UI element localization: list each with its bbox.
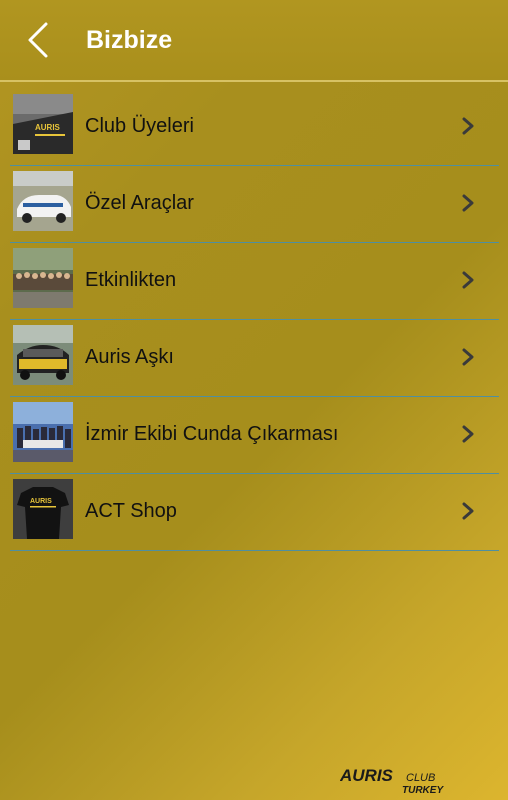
list-item-izmir-ekibi[interactable]: İzmir Ekibi Cunda Çıkarması: [10, 398, 499, 474]
list-item-label: Club Üyeleri: [85, 115, 194, 137]
tshirt-photo: AURIS: [13, 479, 73, 539]
list-item-ozel-araclar[interactable]: Özel Araçlar: [10, 167, 499, 243]
group-event-photo: [13, 248, 73, 308]
chevron-right-icon: [461, 424, 475, 444]
list-item-act-shop[interactable]: AURIS ACT Shop: [10, 475, 499, 551]
yellow-car-photo: [13, 325, 73, 385]
svg-text:CLUB: CLUB: [406, 772, 435, 784]
auris-club-logo: AURIS CLUB TURKEY: [339, 764, 490, 796]
svg-text:AURIS: AURIS: [35, 123, 61, 132]
list-item-etkinlikten[interactable]: Etkinlikten: [10, 244, 499, 320]
svg-text:TURKEY: TURKEY: [402, 785, 444, 794]
list-item-label: İzmir Ekibi Cunda Çıkarması: [85, 423, 339, 445]
menu-list: AURIS Club Üyeleri Özel Araçlar Etkinlik…: [10, 90, 499, 552]
chevron-right-icon: [461, 501, 475, 521]
chevron-left-icon: [28, 22, 48, 58]
list-item-label: Auris Aşkı: [85, 346, 174, 368]
list-item-club-uyeleri[interactable]: AURIS Club Üyeleri: [10, 90, 499, 166]
list-item-label: Özel Araçlar: [85, 192, 194, 214]
white-car-photo: [13, 171, 73, 231]
svg-text:AURIS: AURIS: [30, 498, 52, 505]
page-title: Bizbize: [86, 26, 173, 54]
list-item-label: Etkinlikten: [85, 269, 177, 291]
izmir-team-photo: [13, 402, 73, 462]
chevron-right-icon: [461, 270, 475, 290]
back-button[interactable]: [22, 20, 52, 60]
chevron-right-icon: [461, 347, 475, 367]
car-sticker-photo: AURIS: [13, 94, 73, 154]
list-item-auris-aski[interactable]: Auris Aşkı: [10, 321, 499, 397]
list-item-label: ACT Shop: [85, 500, 177, 522]
chevron-right-icon: [461, 193, 475, 213]
svg-text:AURIS: AURIS: [340, 766, 394, 785]
app-header: Bizbize: [0, 0, 508, 82]
chevron-right-icon: [461, 116, 475, 136]
